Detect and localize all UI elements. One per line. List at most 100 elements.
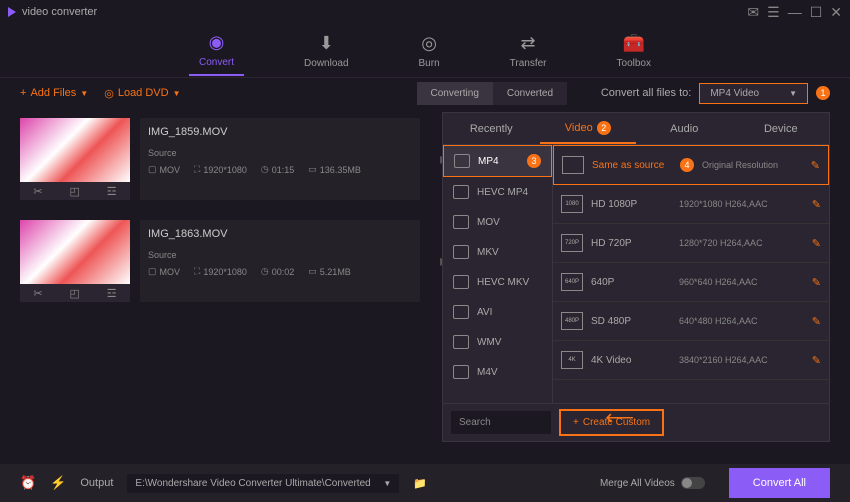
trim-icon[interactable]: ✂ bbox=[33, 287, 42, 300]
search-input[interactable]: Search bbox=[451, 411, 551, 434]
effects-icon[interactable]: ☲ bbox=[107, 287, 117, 300]
alarm-icon[interactable]: ⏰ bbox=[20, 475, 36, 491]
step-badge-4: 4 bbox=[680, 158, 694, 172]
download-icon: ⬇ bbox=[319, 33, 334, 54]
tab-download[interactable]: ⬇Download bbox=[294, 27, 358, 75]
app-logo bbox=[8, 7, 16, 17]
step-badge-1: 1 bbox=[816, 86, 830, 100]
tab-toolbox[interactable]: 🧰Toolbox bbox=[607, 27, 661, 75]
play-icon bbox=[453, 305, 469, 319]
resolution-list: Same as source4Original Resolution✎ 1080… bbox=[553, 145, 829, 403]
res-icon: 640P bbox=[561, 273, 583, 291]
resolution-640p[interactable]: 640P640P960*640 H264,AAC✎ bbox=[553, 263, 829, 302]
resolution-480p[interactable]: 480PSD 480P640*480 H264,AAC✎ bbox=[553, 302, 829, 341]
convert-icon: ◉ bbox=[209, 32, 225, 53]
tab-convert[interactable]: ◉Convert bbox=[189, 26, 244, 76]
format-panel: Recently Video 2 Audio Device MP43 HEVC … bbox=[442, 112, 830, 442]
res-icon: 4K bbox=[561, 351, 583, 369]
format-icon: ▢ MOV bbox=[148, 266, 180, 277]
subtab-converted[interactable]: Converted bbox=[493, 82, 567, 105]
source-icon bbox=[562, 156, 584, 174]
crop-icon[interactable]: ◰ bbox=[69, 185, 79, 198]
main-tabs: ◉Convert ⬇Download ◎Burn ⇄Transfer 🧰Tool… bbox=[0, 24, 850, 78]
edit-icon[interactable]: ✎ bbox=[812, 276, 821, 289]
output-label: Output bbox=[80, 477, 113, 489]
resolution-icon: ⛶ 1920*1080 bbox=[194, 164, 247, 175]
crop-icon[interactable]: ◰ bbox=[69, 287, 79, 300]
format-avi[interactable]: AVI bbox=[443, 297, 552, 327]
hevc-icon bbox=[453, 275, 469, 289]
edit-icon[interactable]: ✎ bbox=[812, 237, 821, 250]
chevron-down-icon: ▼ bbox=[383, 479, 391, 488]
format-mov[interactable]: MOV bbox=[443, 207, 552, 237]
film-icon bbox=[453, 335, 469, 349]
duration-icon: ◷ 00:02 bbox=[261, 266, 294, 277]
format-m4v[interactable]: M4V bbox=[443, 357, 552, 387]
res-icon: 720P bbox=[561, 234, 583, 252]
subtab-converting[interactable]: Converting bbox=[417, 82, 493, 105]
film-icon bbox=[454, 154, 470, 168]
merge-label: Merge All Videos bbox=[600, 478, 675, 489]
format-hevc-mp4[interactable]: HEVC MP4 bbox=[443, 177, 552, 207]
edit-icon[interactable]: ✎ bbox=[811, 159, 820, 172]
video-thumbnail[interactable] bbox=[20, 118, 130, 182]
format-wmv[interactable]: WMV bbox=[443, 327, 552, 357]
format-icon: ▢ MOV bbox=[148, 164, 180, 175]
filesize-icon: ▭ 5.21MB bbox=[308, 266, 351, 277]
quicktime-icon bbox=[453, 215, 469, 229]
chevron-down-icon: ▼ bbox=[80, 89, 88, 98]
add-files-button[interactable]: + Add Files ▼ bbox=[20, 87, 88, 99]
resolution-same-as-source[interactable]: Same as source4Original Resolution✎ bbox=[553, 145, 829, 185]
resolution-720p[interactable]: 720PHD 720P1280*720 H264,AAC✎ bbox=[553, 224, 829, 263]
duration-icon: ◷ 01:15 bbox=[261, 164, 294, 175]
menu-icon[interactable]: ☰ bbox=[767, 4, 780, 21]
file-name: IMG_1859.MOV bbox=[148, 126, 412, 138]
merge-toggle[interactable] bbox=[681, 477, 705, 489]
callout-arrow-icon: ⟵ bbox=[605, 405, 634, 430]
gpu-icon[interactable]: ⚡ bbox=[50, 475, 66, 491]
mkv-icon bbox=[453, 245, 469, 259]
format-mkv[interactable]: MKV bbox=[443, 237, 552, 267]
edit-icon[interactable]: ✎ bbox=[812, 354, 821, 367]
tab-burn[interactable]: ◎Burn bbox=[409, 27, 450, 75]
step-badge-3: 3 bbox=[527, 154, 541, 168]
format-list: MP43 HEVC MP4 MOV MKV HEVC MKV AVI WMV M… bbox=[443, 145, 553, 403]
format-tab-video[interactable]: Video 2 bbox=[540, 113, 637, 144]
convert-all-button[interactable]: Convert All bbox=[729, 468, 830, 498]
file-name: IMG_1863.MOV bbox=[148, 228, 412, 240]
format-tab-audio[interactable]: Audio bbox=[636, 113, 733, 144]
output-format-dropdown[interactable]: MP4 Video ▼ bbox=[699, 83, 808, 104]
messages-icon[interactable]: ✉ bbox=[747, 4, 759, 21]
video-thumbnail[interactable] bbox=[20, 220, 130, 284]
format-tab-recently[interactable]: Recently bbox=[443, 113, 540, 144]
chevron-down-icon: ▼ bbox=[789, 89, 797, 98]
load-dvd-button[interactable]: ◎ Load DVD ▼ bbox=[104, 87, 180, 100]
minimize-button[interactable]: — bbox=[788, 4, 802, 21]
toolbox-icon: 🧰 bbox=[623, 33, 645, 54]
edit-icon[interactable]: ✎ bbox=[812, 198, 821, 211]
app-title: video converter bbox=[22, 6, 97, 18]
resolution-4k[interactable]: 4K4K Video3840*2160 H264,AAC✎ bbox=[553, 341, 829, 380]
format-mp4[interactable]: MP43 bbox=[443, 145, 552, 177]
transfer-icon: ⇄ bbox=[521, 33, 536, 54]
step-badge-2: 2 bbox=[597, 121, 611, 135]
effects-icon[interactable]: ☲ bbox=[107, 185, 117, 198]
format-tab-device[interactable]: Device bbox=[733, 113, 830, 144]
close-button[interactable]: ✕ bbox=[830, 4, 842, 21]
res-icon: 1080 bbox=[561, 195, 583, 213]
filesize-icon: ▭ 136.35MB bbox=[308, 164, 361, 175]
resolution-1080p[interactable]: 1080HD 1080P1920*1080 H264,AAC✎ bbox=[553, 185, 829, 224]
resolution-icon: ⛶ 1920*1080 bbox=[194, 266, 247, 277]
hevc-icon bbox=[453, 185, 469, 199]
format-hevc-mkv[interactable]: HEVC MKV bbox=[443, 267, 552, 297]
convert-all-label: Convert all files to: bbox=[601, 87, 691, 99]
maximize-button[interactable]: ☐ bbox=[810, 4, 823, 21]
open-folder-icon[interactable]: 📁 bbox=[413, 477, 427, 490]
trim-icon[interactable]: ✂ bbox=[33, 185, 42, 198]
tab-transfer[interactable]: ⇄Transfer bbox=[500, 27, 557, 75]
output-path-dropdown[interactable]: E:\Wondershare Video Converter Ultimate\… bbox=[127, 474, 399, 493]
res-icon: 480P bbox=[561, 312, 583, 330]
edit-icon[interactable]: ✎ bbox=[812, 315, 821, 328]
chevron-down-icon: ▼ bbox=[173, 89, 181, 98]
burn-icon: ◎ bbox=[421, 33, 437, 54]
